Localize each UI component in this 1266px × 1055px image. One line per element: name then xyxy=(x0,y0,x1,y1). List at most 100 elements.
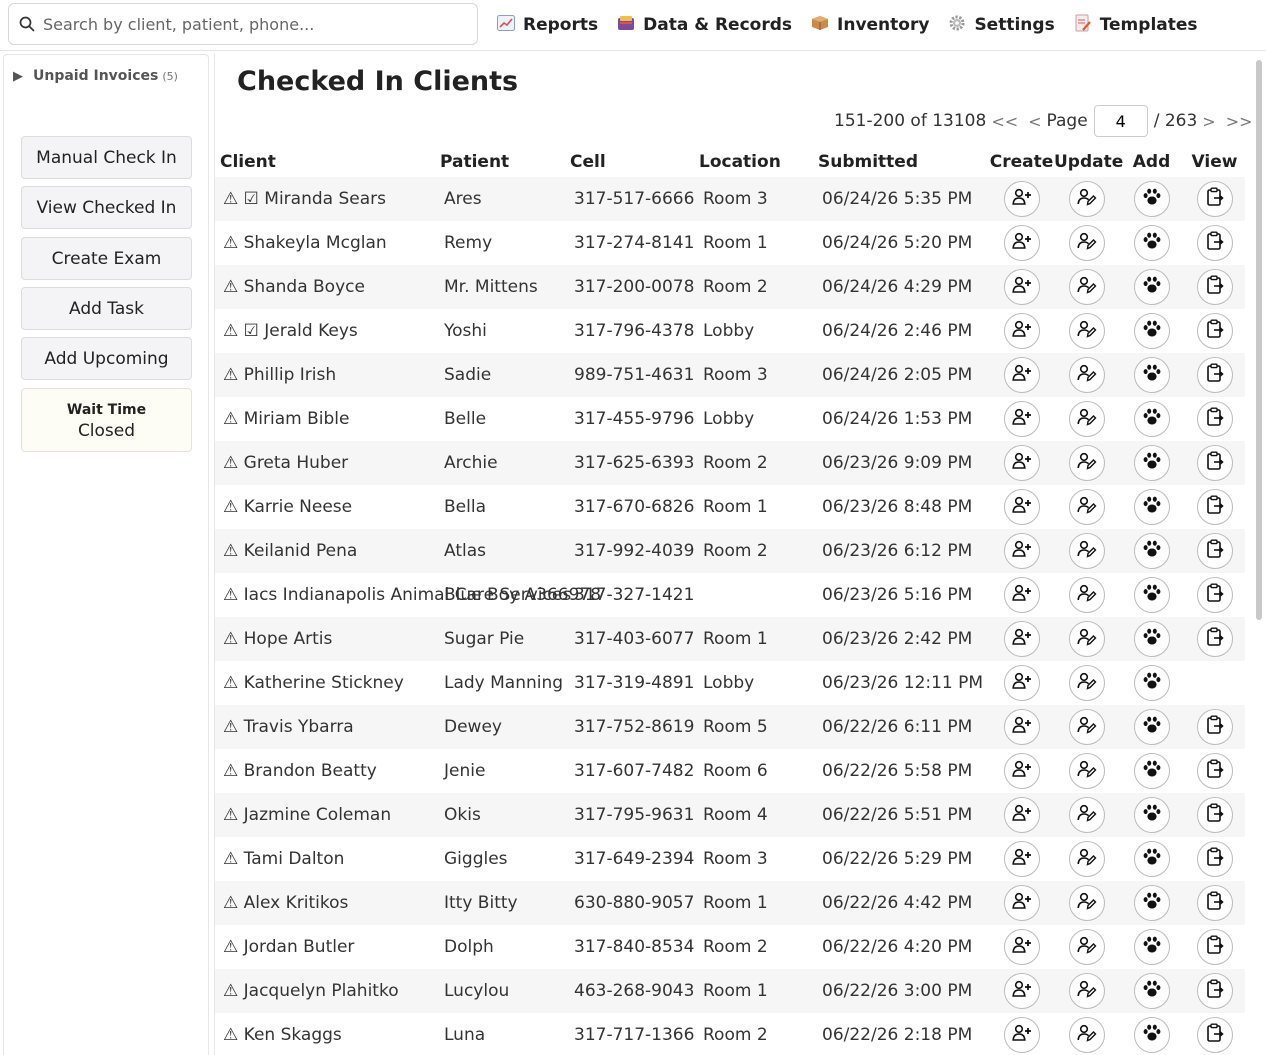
nav-inventory[interactable]: Inventory xyxy=(810,15,929,35)
create-client-button[interactable] xyxy=(1003,1017,1040,1053)
create-client-button[interactable] xyxy=(1003,181,1040,217)
update-client-button[interactable] xyxy=(1068,445,1105,481)
col-submitted[interactable]: Submitted xyxy=(813,147,989,177)
view-record-button[interactable] xyxy=(1196,753,1233,789)
client-name-cell[interactable]: ⚠ ☑ Miranda Sears xyxy=(215,177,435,221)
client-name-cell[interactable]: ⚠ Alex Kritikos xyxy=(215,881,435,925)
table-row[interactable]: ⚠ Greta Huber Archie 317-625-6393 Room 2 06/… xyxy=(215,441,1245,485)
scrollbar-thumb[interactable] xyxy=(1256,60,1262,620)
view-record-button[interactable] xyxy=(1196,269,1233,305)
view-record-button[interactable] xyxy=(1196,621,1233,657)
unpaid-invoices-toggle[interactable]: ▶ Unpaid Invoices (5) xyxy=(13,68,178,84)
view-record-button[interactable] xyxy=(1196,225,1233,261)
add-patient-button[interactable] xyxy=(1133,621,1170,657)
patient-name-cell[interactable]: Lady Manning xyxy=(435,661,565,705)
add-patient-button[interactable] xyxy=(1133,841,1170,877)
create-client-button[interactable] xyxy=(1003,753,1040,789)
add-patient-button[interactable] xyxy=(1133,489,1170,525)
patient-name-cell[interactable]: Yoshi xyxy=(435,309,565,353)
create-exam-button[interactable]: Create Exam xyxy=(21,237,192,280)
table-row[interactable]: ⚠ Jazmine Coleman Okis 317-795-9631 Room 40… xyxy=(215,793,1245,837)
table-row[interactable]: ⚠ Alex Kritikos Itty Bitty 630-880-9057 Roo… xyxy=(215,881,1245,925)
table-row[interactable]: ⚠ Katherine Stickney Lady Manning 317-319-… xyxy=(215,661,1245,705)
add-patient-button[interactable] xyxy=(1133,269,1170,305)
first-page-link[interactable]: << xyxy=(991,112,1018,131)
create-client-button[interactable] xyxy=(1003,533,1040,569)
patient-name-cell[interactable]: Sugar Pie xyxy=(435,617,565,661)
client-name-cell[interactable]: ⚠ ☑ Jerald Keys xyxy=(215,309,435,353)
patient-name-cell[interactable]: Itty Bitty xyxy=(435,881,565,925)
table-row[interactable]: ⚠ Travis Ybarra Dewey 317-752-8619 Room 5 06… xyxy=(215,705,1245,749)
patient-name-cell[interactable]: Sadie xyxy=(435,353,565,397)
view-record-button[interactable] xyxy=(1196,709,1233,745)
search-input[interactable] xyxy=(41,13,465,35)
client-name-cell[interactable]: ⚠ Travis Ybarra xyxy=(215,705,435,749)
table-row[interactable]: ⚠ Miriam Bible Belle 317-455-9796 Lobby 06/2… xyxy=(215,397,1245,441)
prev-page-link[interactable]: < xyxy=(1028,112,1041,131)
add-patient-button[interactable] xyxy=(1133,533,1170,569)
client-name-cell[interactable]: ⚠ Keilanid Pena xyxy=(215,529,435,573)
update-client-button[interactable] xyxy=(1068,181,1105,217)
update-client-button[interactable] xyxy=(1068,489,1105,525)
patient-name-cell[interactable]: Belle xyxy=(435,397,565,441)
patient-name-cell[interactable]: Okis xyxy=(435,793,565,837)
create-client-button[interactable] xyxy=(1003,885,1040,921)
nav-settings[interactable]: Settings xyxy=(947,14,1055,36)
create-client-button[interactable] xyxy=(1003,313,1040,349)
patient-name-cell[interactable]: Dolph xyxy=(435,925,565,969)
create-client-button[interactable] xyxy=(1003,269,1040,305)
last-page-link[interactable]: >> xyxy=(1226,112,1253,131)
view-record-button[interactable] xyxy=(1196,357,1233,393)
add-patient-button[interactable] xyxy=(1133,797,1170,833)
client-name-cell[interactable]: ⚠ Jazmine Coleman xyxy=(215,793,435,837)
update-client-button[interactable] xyxy=(1068,665,1105,701)
view-record-button[interactable] xyxy=(1196,797,1233,833)
add-patient-button[interactable] xyxy=(1133,225,1170,261)
update-client-button[interactable] xyxy=(1068,357,1105,393)
view-record-button[interactable] xyxy=(1196,181,1233,217)
add-upcoming-button[interactable]: Add Upcoming xyxy=(21,337,192,380)
add-patient-button[interactable] xyxy=(1133,1017,1170,1053)
table-row[interactable]: ⚠ Ken Skaggs Luna 317-717-1366 Room 2 06/22/… xyxy=(215,1013,1245,1055)
update-client-button[interactable] xyxy=(1068,1017,1105,1053)
table-row[interactable]: ⚠ Iacs Indianapolis Animal Care Services… xyxy=(215,573,1245,617)
client-name-cell[interactable]: ⚠ Ken Skaggs xyxy=(215,1013,435,1055)
patient-name-cell[interactable]: Mr. Mittens xyxy=(435,265,565,309)
add-patient-button[interactable] xyxy=(1133,929,1170,965)
table-row[interactable]: ⚠ Keilanid Pena Atlas 317-992-4039 Room 2 06… xyxy=(215,529,1245,573)
update-client-button[interactable] xyxy=(1068,973,1105,1009)
view-record-button[interactable] xyxy=(1196,929,1233,965)
create-client-button[interactable] xyxy=(1003,929,1040,965)
add-patient-button[interactable] xyxy=(1133,577,1170,613)
add-patient-button[interactable] xyxy=(1133,973,1170,1009)
col-patient[interactable]: Patient xyxy=(435,147,565,177)
nav-data-records[interactable]: Data & Records xyxy=(616,15,792,35)
view-record-button[interactable] xyxy=(1196,885,1233,921)
client-name-cell[interactable]: ⚠ Shakeyla Mcglan xyxy=(215,221,435,265)
patient-name-cell[interactable]: Blue Boy A366978 xyxy=(435,573,601,617)
table-row[interactable]: ⚠ Jacquelyn Plahitko Lucylou 463-268-9043 R… xyxy=(215,969,1245,1013)
col-cell[interactable]: Cell xyxy=(565,147,694,177)
update-client-button[interactable] xyxy=(1068,269,1105,305)
client-name-cell[interactable]: ⚠ Katherine Stickney xyxy=(215,661,435,705)
create-client-button[interactable] xyxy=(1003,401,1040,437)
add-patient-button[interactable] xyxy=(1133,313,1170,349)
client-name-cell[interactable]: ⚠ Tami Dalton xyxy=(215,837,435,881)
add-patient-button[interactable] xyxy=(1133,885,1170,921)
table-row[interactable]: ⚠ Phillip Irish Sadie 989-751-4631 Room 3 06… xyxy=(215,353,1245,397)
create-client-button[interactable] xyxy=(1003,445,1040,481)
client-name-cell[interactable]: ⚠ Hope Artis xyxy=(215,617,435,661)
create-client-button[interactable] xyxy=(1003,665,1040,701)
client-name-cell[interactable]: ⚠ Brandon Beatty xyxy=(215,749,435,793)
patient-name-cell[interactable]: Luna xyxy=(435,1013,565,1055)
create-client-button[interactable] xyxy=(1003,709,1040,745)
add-patient-button[interactable] xyxy=(1133,709,1170,745)
client-name-cell[interactable]: ⚠ Phillip Irish xyxy=(215,353,435,397)
view-record-button[interactable] xyxy=(1196,577,1233,613)
add-patient-button[interactable] xyxy=(1133,445,1170,481)
page-number-input[interactable] xyxy=(1093,105,1148,137)
create-client-button[interactable] xyxy=(1003,797,1040,833)
table-row[interactable]: ⚠ Karrie Neese Bella 317-670-6826 Room 1 06/… xyxy=(215,485,1245,529)
update-client-button[interactable] xyxy=(1068,621,1105,657)
update-client-button[interactable] xyxy=(1068,577,1105,613)
